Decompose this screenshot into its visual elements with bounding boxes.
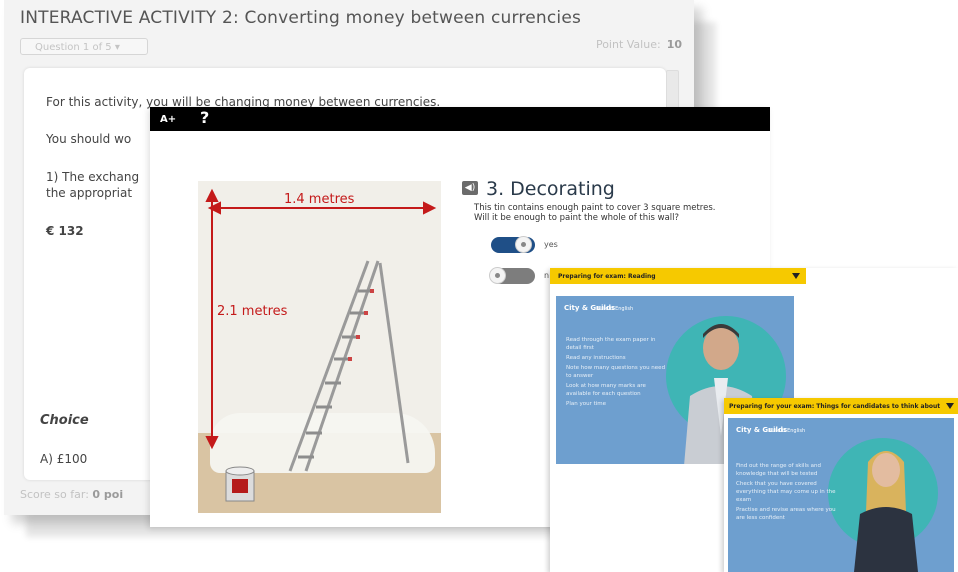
question-text-line1: 1) The exchang: [46, 170, 140, 184]
question-line-2: Will it be enough to paint the whole of …: [474, 213, 680, 223]
choice-option-a[interactable]: A) £100: [40, 452, 87, 466]
presenter-woman: [854, 451, 918, 572]
point-value-label: Point Value:: [595, 38, 661, 51]
activity-title: INTERACTIVE ACTIVITY 2: Converting money…: [20, 8, 582, 28]
bullet-item: Note how many questions you need to answ…: [566, 365, 666, 379]
width-label: 1.4 metres: [284, 192, 355, 207]
question-select-value: Question 1 of 5: [35, 42, 112, 53]
yes-toggle[interactable]: [491, 236, 535, 253]
bullet-list: Read through the exam paper in detail fi…: [566, 336, 666, 410]
toggle-knob: [489, 267, 506, 284]
question-text: This tin contains enough paint to cover …: [474, 203, 754, 223]
help-button[interactable]: ?: [200, 108, 209, 127]
logo-subtext: Build it English: [768, 428, 806, 434]
bullet-item: Look at how many marks are available for…: [566, 383, 646, 397]
chevron-down-icon[interactable]: [792, 273, 800, 279]
score-label: Score so far:: [20, 488, 89, 501]
choice-heading: Choice: [40, 413, 89, 428]
point-value-number: 10: [666, 38, 682, 51]
video-title-bar[interactable]: Preparing for exam: Reading: [550, 268, 806, 284]
logo-subtext: Build it English: [596, 306, 634, 312]
bullet-list: Find out the range of skills and knowled…: [736, 462, 836, 524]
ladder-illustration: [205, 188, 437, 502]
amount-value: € 132: [46, 224, 84, 238]
video-frame[interactable]: City & Guilds Build it English Find out …: [728, 418, 954, 572]
toggle-knob: [515, 236, 532, 253]
option-no-label: n: [544, 271, 550, 280]
font-size-label: A+: [160, 114, 177, 125]
video-title-bar[interactable]: Preparing for your exam: Things for cand…: [724, 398, 958, 414]
bullet-item: Practise and revise areas where you are …: [736, 507, 836, 521]
chevron-down-icon[interactable]: [946, 403, 954, 409]
video-title: Preparing for your exam: Things for cand…: [729, 403, 941, 410]
score-so-far: Score so far: 0 poi: [20, 488, 123, 501]
score-value: 0 poi: [92, 488, 124, 501]
chevron-down-icon: ▾: [114, 42, 120, 53]
bullet-item: Read any instructions: [566, 355, 626, 361]
no-toggle[interactable]: [489, 267, 535, 284]
wall-photo: 1.4 metres 2.1 metres: [198, 181, 441, 513]
scrollbar[interactable]: [666, 70, 679, 112]
bullet-item: Plan your time: [566, 401, 606, 407]
question-heading: 3. Decorating: [486, 178, 615, 200]
height-label: 2.1 metres: [217, 304, 288, 319]
bullet-item: Check that you have covered everything t…: [736, 481, 836, 503]
option-yes-label: yes: [544, 240, 558, 249]
bullet-item: Find out the range of skills and knowled…: [736, 463, 821, 477]
video-title: Preparing for exam: Reading: [558, 273, 656, 280]
toolbar: A+ ?: [150, 107, 770, 131]
question-line-1: This tin contains enough paint to cover …: [474, 203, 716, 213]
font-size-button[interactable]: A+: [160, 110, 176, 126]
question-text-line2: the appropriat: [46, 186, 133, 200]
question-select[interactable]: Question 1 of 5 ▾: [20, 38, 148, 55]
point-value: Point Value: 10: [596, 38, 682, 51]
instruction-text-2: You should wo: [46, 132, 132, 146]
speaker-icon[interactable]: ◀): [462, 181, 478, 195]
video-panel-candidates: Preparing for your exam: Things for cand…: [724, 398, 958, 572]
bullet-item: Read through the exam paper in detail fi…: [566, 337, 656, 351]
